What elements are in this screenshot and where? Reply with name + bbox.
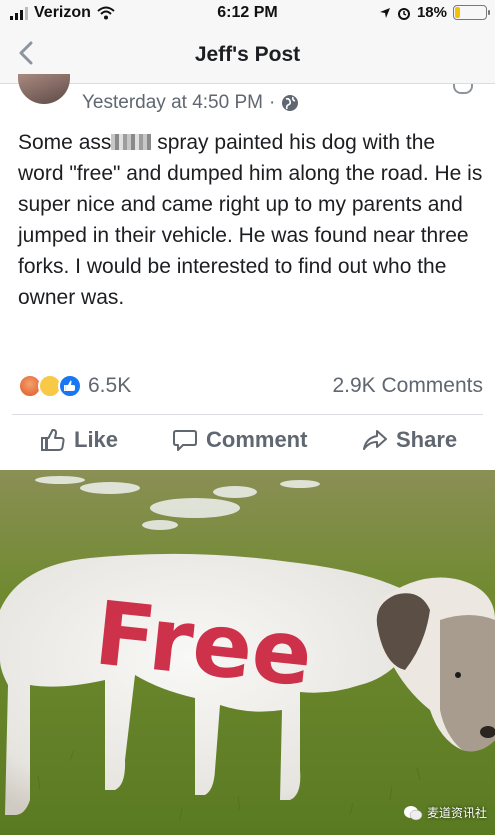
wechat-icon — [403, 805, 423, 820]
share-label: Share — [396, 427, 458, 452]
battery-icon — [453, 5, 490, 20]
comment-button[interactable]: Comment — [172, 427, 307, 453]
post-photo[interactable]: Free 麦道资讯社 — [0, 470, 495, 835]
thumbs-up-icon — [41, 429, 65, 451]
share-arrow-icon — [363, 430, 387, 450]
censored-word — [111, 134, 152, 150]
nav-bar: Jeff's Post — [0, 26, 495, 84]
avatar[interactable] — [18, 74, 70, 104]
status-bar: Verizon 6:12 PM 18% — [0, 0, 495, 26]
globe-icon — [282, 95, 299, 111]
reaction-count[interactable]: 6.5K — [88, 374, 131, 398]
location-arrow-icon — [379, 7, 390, 18]
dog-photo: Free — [0, 470, 495, 835]
post-header: Yesterday at 4:50 PM · — [0, 74, 495, 124]
comment-label: Comment — [206, 427, 308, 452]
like-button[interactable]: Like — [40, 427, 118, 453]
page-title: Jeff's Post — [194, 43, 301, 66]
post-text-start: Some ass — [18, 131, 112, 154]
watermark: 麦道资讯社 — [403, 804, 487, 821]
watermark-text: 麦道资讯社 — [426, 806, 487, 820]
speech-bubble-icon — [173, 430, 197, 451]
comments-count[interactable]: 2.9K Comments — [332, 374, 483, 398]
action-bar: Like Comment Share — [0, 415, 495, 470]
post-text: Some ass spray painted his dog with the … — [18, 127, 483, 313]
post-text-rest: spray painted his dog with the word "fre… — [18, 131, 483, 309]
battery-percent: 18% — [416, 4, 447, 21]
reactions-row: 6.5K 2.9K Comments — [0, 370, 495, 402]
status-bar-right: 18% — [379, 4, 490, 21]
reaction-icons[interactable] — [18, 374, 84, 398]
post-timestamp[interactable]: Yesterday at 4:50 PM · — [82, 92, 299, 114]
share-button[interactable]: Share — [362, 427, 457, 453]
post-menu-icon[interactable] — [453, 84, 473, 94]
timestamp-text: Yesterday at 4:50 PM — [82, 92, 263, 113]
like-reaction-icon — [58, 374, 82, 398]
timestamp-separator: · — [268, 92, 276, 113]
alarm-clock-icon — [397, 7, 410, 20]
like-label: Like — [74, 427, 119, 452]
